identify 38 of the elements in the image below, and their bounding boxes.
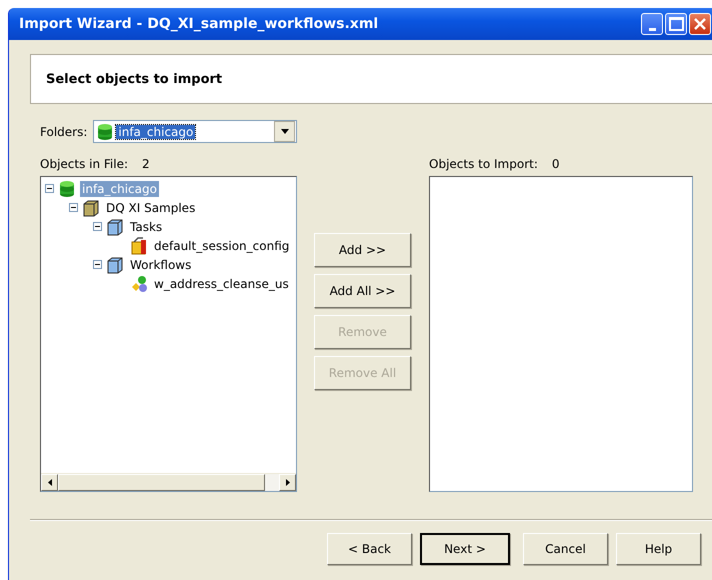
scroll-thumb[interactable] (58, 474, 265, 491)
database-icon (98, 124, 112, 140)
collapse-icon[interactable] (93, 260, 102, 269)
move-button[interactable]: Add >> (314, 233, 411, 267)
objects-count: 2 (142, 157, 150, 171)
horizontal-scrollbar[interactable] (41, 473, 296, 491)
wizard-button[interactable]: < Back (327, 533, 412, 565)
objects-count: 0 (552, 157, 560, 171)
collapse-icon[interactable] (93, 222, 102, 231)
scroll-right-icon[interactable] (279, 474, 296, 491)
scroll-left-icon[interactable] (41, 474, 58, 491)
database-icon (60, 180, 74, 196)
wizard-button[interactable]: Cancel (523, 533, 608, 565)
folder-icon (84, 200, 98, 216)
folders-label: Folders: (40, 124, 88, 138)
maximize-button[interactable] (665, 13, 687, 35)
page-heading: Select objects to import (46, 72, 222, 86)
objects-in-file-label: Objects in File: (40, 157, 128, 171)
collapse-icon[interactable] (45, 184, 54, 193)
close-icon (693, 17, 707, 31)
objects-to-import-label: Objects to Import: (429, 157, 538, 171)
task-icon (132, 236, 146, 254)
window-title: Import Wizard - DQ_XI_sample_workflows.xml (19, 16, 380, 32)
workflow-icon (132, 276, 147, 292)
tree-item[interactable]: default_session_config (152, 238, 292, 254)
tree-item[interactable]: Tasks (128, 218, 164, 234)
wizard-button[interactable]: Next > (420, 533, 510, 565)
close-button[interactable] (689, 13, 711, 35)
folder-icon (108, 219, 122, 235)
folder-icon (108, 257, 122, 273)
move-button[interactable]: Add All >> (314, 274, 411, 308)
folders-dropdown[interactable]: infa_chicago (93, 120, 298, 143)
wizard-button[interactable]: Help (616, 533, 701, 565)
tree-item[interactable]: w_address_cleanse_us (152, 276, 291, 292)
tree-item[interactable]: DQ XI Samples (104, 200, 198, 216)
minimize-button[interactable] (641, 13, 663, 35)
tree-item[interactable]: Workflows (128, 256, 194, 272)
collapse-icon[interactable] (69, 203, 78, 212)
